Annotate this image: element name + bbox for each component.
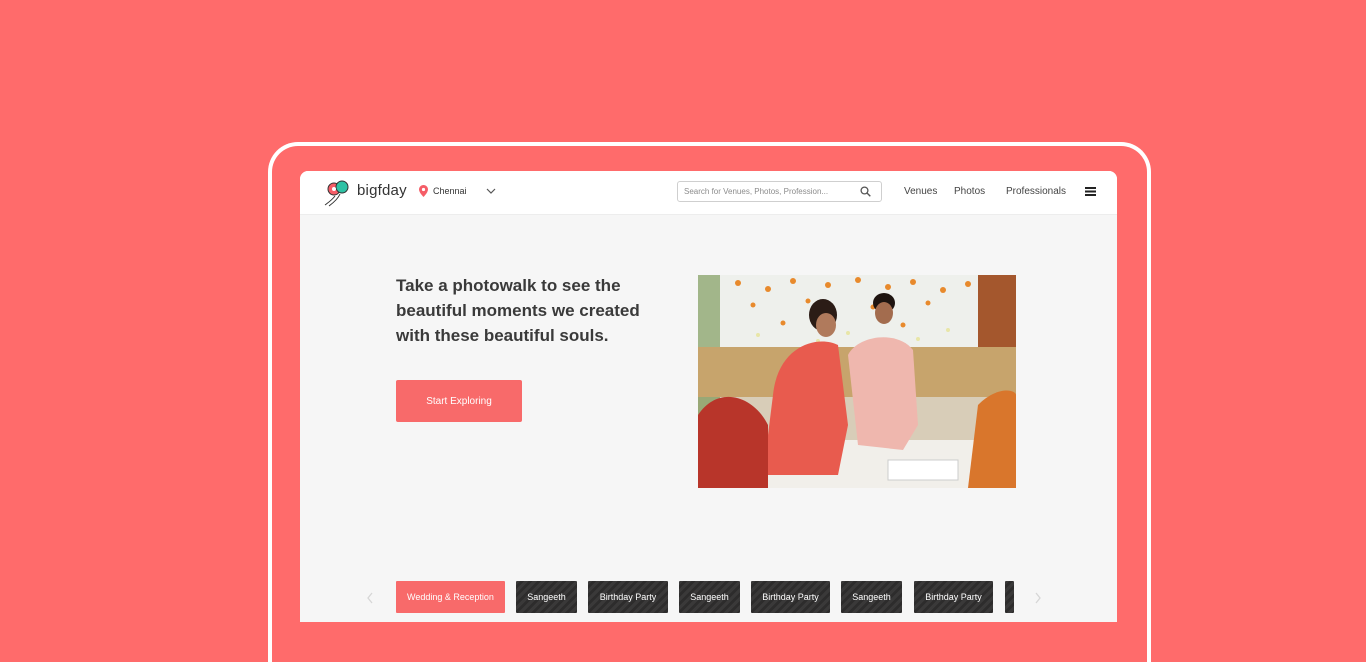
location-pin-icon	[419, 185, 428, 197]
nav-professionals[interactable]: Professionals	[1006, 186, 1066, 197]
brand-name[interactable]: bigfday	[357, 182, 407, 199]
category-chip-sangeeth[interactable]: Sangeeth	[516, 581, 577, 613]
category-chip-sangeeth[interactable]: Sangeeth	[841, 581, 902, 613]
balloon-logo-icon[interactable]	[323, 178, 353, 208]
hero-title-line: with these beautiful souls.	[396, 326, 609, 345]
hamburger-menu-icon[interactable]	[1085, 186, 1096, 197]
category-chip-birthday-party[interactable]: Birthday Party	[751, 581, 830, 613]
category-chip-birthday-party[interactable]: Birthday Party	[588, 581, 668, 613]
chevron-right-icon[interactable]	[1034, 592, 1042, 604]
chevron-left-icon[interactable]	[366, 592, 374, 604]
nav-photos[interactable]: Photos	[954, 186, 985, 197]
hero-title: Take a photowalk to see the beautiful mo…	[396, 273, 666, 348]
navbar: bigfday Chennai Venues Photos Profession…	[300, 171, 1117, 215]
category-chip-wedding-reception[interactable]: Wedding & Reception	[396, 581, 505, 613]
search-icon[interactable]	[860, 186, 871, 197]
hero-title-line: Take a photowalk to see the	[396, 276, 621, 295]
category-chip-birthday-party[interactable]: Birthday Party	[914, 581, 993, 613]
search-input[interactable]	[684, 184, 854, 199]
start-exploring-button[interactable]: Start Exploring	[396, 380, 522, 422]
chevron-down-icon[interactable]	[486, 187, 496, 195]
nav-venues[interactable]: Venues	[904, 186, 937, 197]
category-chip-sangeeth[interactable]: Sangeeth	[679, 581, 740, 613]
browser-screen: bigfday Chennai Venues Photos Profession…	[300, 171, 1117, 622]
search-box	[677, 181, 882, 202]
city-selector[interactable]: Chennai	[433, 186, 467, 196]
category-chip-partial[interactable]	[1005, 581, 1014, 613]
hero-title-line: beautiful moments we created	[396, 301, 640, 320]
wedding-photo	[698, 275, 1016, 488]
